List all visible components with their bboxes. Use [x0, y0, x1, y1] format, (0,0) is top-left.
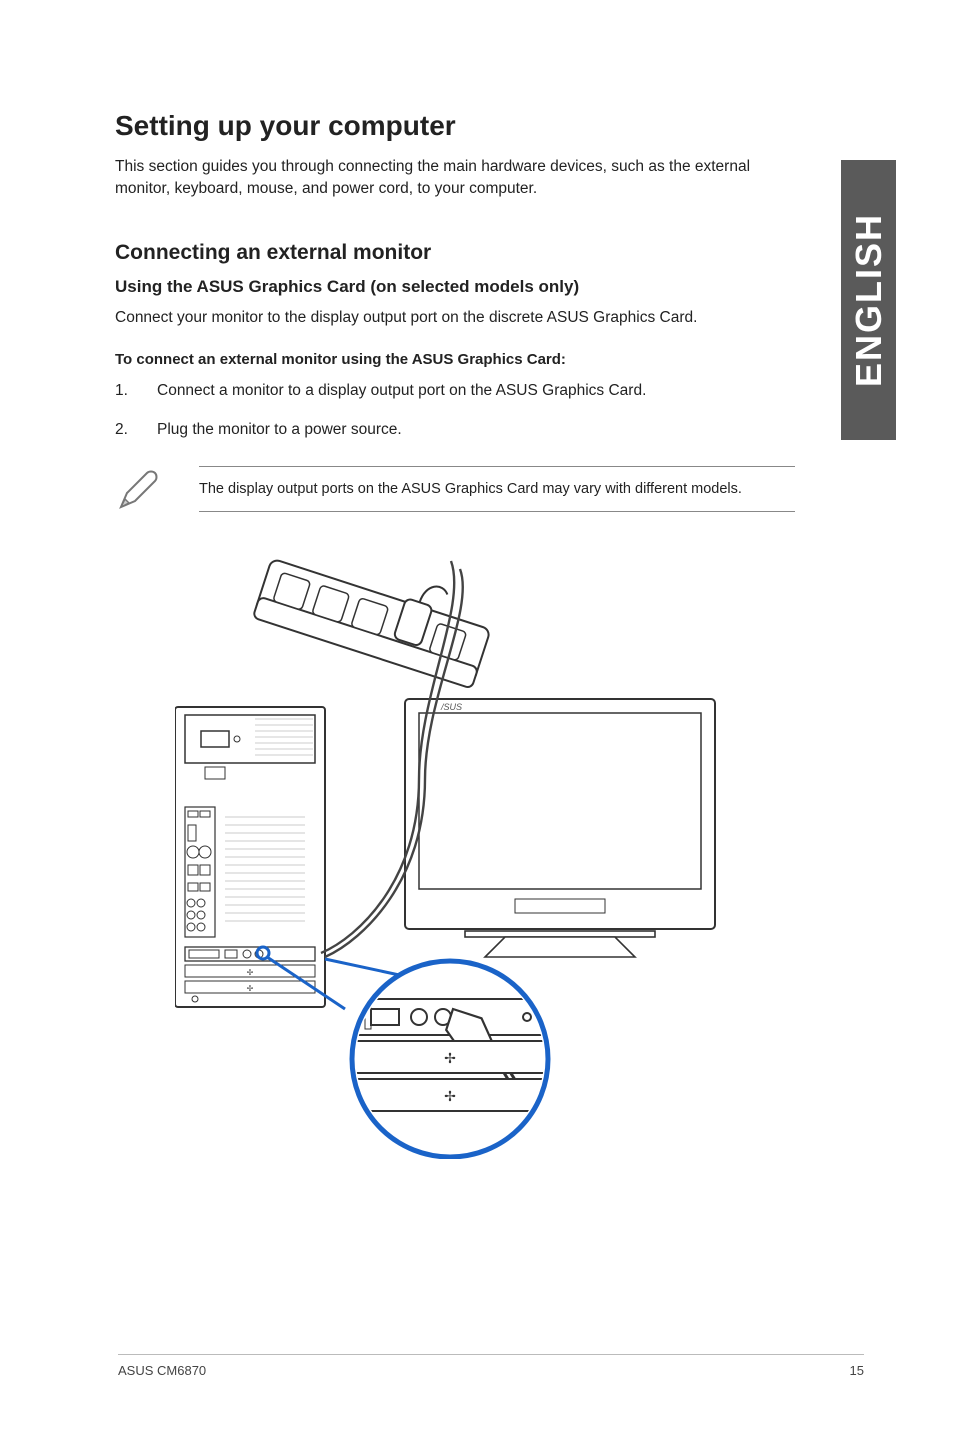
- subsection-heading: Using the ASUS Graphics Card (on selecte…: [115, 277, 795, 297]
- note-text: The display output ports on the ASUS Gra…: [199, 466, 795, 512]
- steps-heading: To connect an external monitor using the…: [115, 351, 795, 368]
- computer-tower-illustration: ✢ ✢: [175, 707, 325, 1007]
- step-number: 1.: [115, 380, 157, 402]
- connection-diagram: ✢ ✢ /SUS: [115, 539, 795, 1159]
- note-block: The display output ports on the ASUS Gra…: [115, 465, 795, 513]
- svg-text:/SUS: /SUS: [440, 702, 462, 712]
- page-title: Setting up your computer: [115, 110, 795, 142]
- language-tab: ENGLISH: [841, 160, 896, 440]
- power-strip-illustration: [253, 539, 499, 689]
- step-text: Plug the monitor to a power source.: [157, 419, 402, 441]
- section-heading: Connecting an external monitor: [115, 241, 795, 265]
- step-text: Connect a monitor to a display output po…: [157, 380, 646, 402]
- footer-page-number: 15: [850, 1363, 864, 1378]
- svg-text:✢: ✢: [444, 1050, 456, 1066]
- list-item: 2. Plug the monitor to a power source.: [115, 419, 795, 441]
- svg-text:✢: ✢: [247, 968, 254, 977]
- footer-model: ASUS CM6870: [118, 1363, 206, 1378]
- zoom-detail-illustration: ✢ ✢: [352, 961, 555, 1157]
- page-content: Setting up your computer This section gu…: [115, 110, 795, 1159]
- pencil-icon: [115, 465, 163, 513]
- svg-text:✢: ✢: [444, 1088, 456, 1104]
- language-tab-label: ENGLISH: [848, 213, 890, 387]
- monitor-illustration: /SUS: [405, 699, 715, 957]
- page-footer: ASUS CM6870 15: [118, 1354, 864, 1378]
- steps-list: 1. Connect a monitor to a display output…: [115, 380, 795, 441]
- subsection-body: Connect your monitor to the display outp…: [115, 307, 795, 329]
- svg-text:✢: ✢: [247, 984, 254, 993]
- list-item: 1. Connect a monitor to a display output…: [115, 380, 795, 402]
- step-number: 2.: [115, 419, 157, 441]
- intro-paragraph: This section guides you through connecti…: [115, 156, 795, 201]
